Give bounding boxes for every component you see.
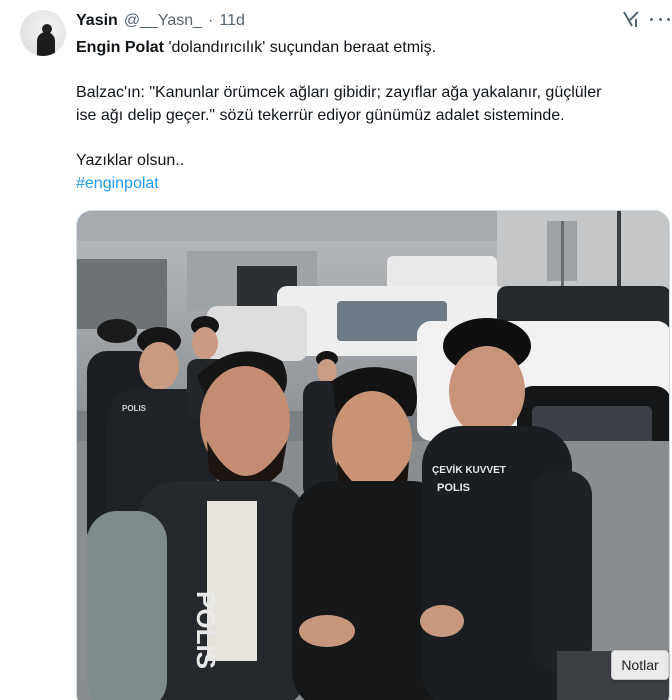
- header-separator: ·: [208, 12, 214, 29]
- photo-badge-text-2: POLIS: [437, 482, 470, 494]
- notlar-tooltip: Notlar: [611, 650, 669, 680]
- tweet-line-1: Engin Polat 'dolandırıcılık' suçundan be…: [76, 36, 662, 59]
- more-dot: [650, 17, 653, 21]
- grok-icon[interactable]: [620, 8, 642, 30]
- mention-name: Engin Polat: [76, 39, 164, 56]
- photo-badge-text-1: ÇEVİK KUVVET: [432, 463, 506, 476]
- more-dot: [667, 17, 670, 21]
- tweet-quote-line-2: ise ağı delip geçer." sözü tekerrür ediy…: [76, 107, 565, 124]
- photo-badge-text-3: POLIS: [122, 404, 147, 413]
- author-display-name[interactable]: Yasin: [76, 12, 118, 30]
- more-dot: [658, 17, 662, 21]
- photo-vest-text: POLIS: [191, 591, 221, 669]
- avatar[interactable]: [20, 10, 66, 56]
- hashtag-link[interactable]: #enginpolat: [76, 175, 159, 192]
- tweet-text: Engin Polat 'dolandırıcılık' suçundan be…: [76, 36, 662, 195]
- tweet-quote-line-1: Balzac'ın: "Kanunlar örümcek ağları gibi…: [76, 84, 602, 101]
- tweet-line-closing: Yazıklar olsun..: [76, 152, 185, 169]
- tweet-header: Yasin @__Yasn_ · 11d: [76, 10, 245, 32]
- tweet-photo[interactable]: POLIS ÇEVİK KUVVET POLIS POLIS: [76, 210, 670, 700]
- tweet-line-1-rest: 'dolandırıcılık' suçundan beraat etmiş.: [164, 39, 437, 56]
- more-icon[interactable]: [650, 12, 670, 26]
- avatar-figure-body: [37, 32, 55, 56]
- tweet-photo-illustration: POLIS ÇEVİK KUVVET POLIS POLIS: [77, 211, 669, 700]
- author-handle[interactable]: @__Yasn_: [124, 12, 202, 30]
- tweet-timestamp[interactable]: 11d: [219, 12, 245, 30]
